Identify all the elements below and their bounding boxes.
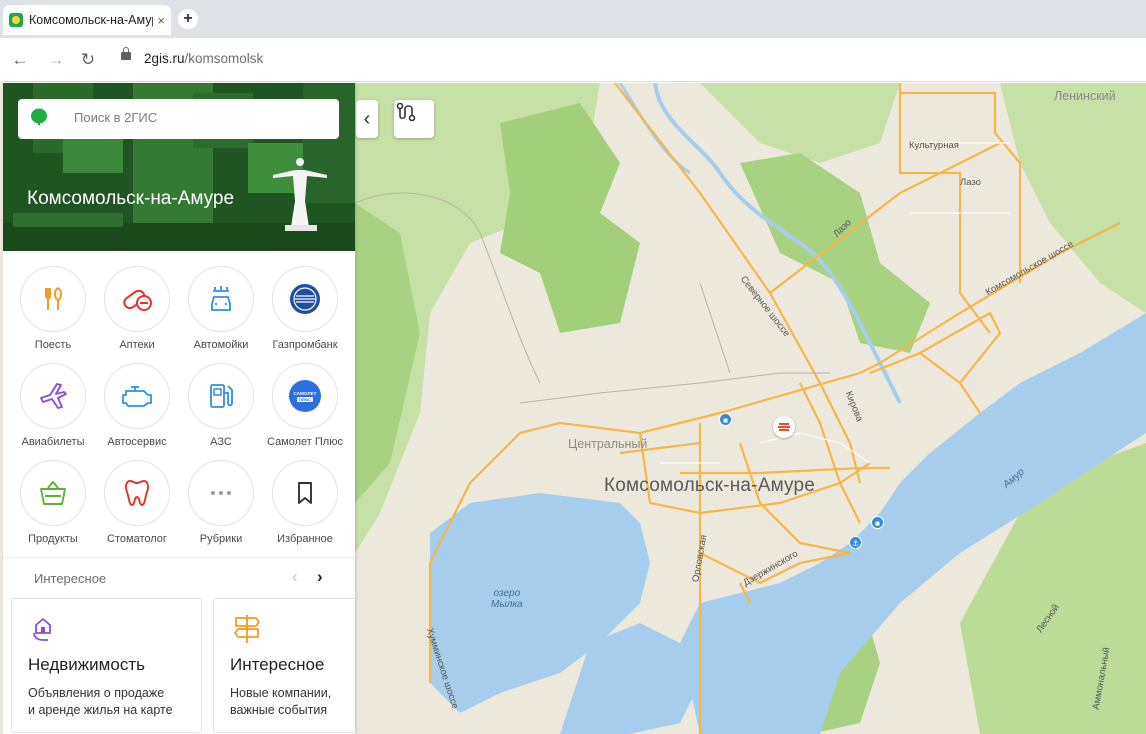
basket-icon — [40, 481, 66, 505]
browser-tab-bar: Комсомольск-на-Амуре × + — [0, 0, 1146, 38]
side-panel: Комсомольск-на-Амуре Поесть Аптеки Автом… — [3, 83, 355, 734]
category-rubriki[interactable]: Рубрики — [179, 460, 263, 556]
card-title: Интересное — [230, 655, 325, 674]
divider — [3, 557, 355, 558]
card-interesnoe[interactable]: Интересное Новые компании, важные события — [213, 598, 355, 733]
bus-stop-marker[interactable]: ■ — [871, 516, 884, 529]
gazprombank-logo-icon — [290, 284, 320, 314]
gazprombank-map-marker[interactable] — [773, 416, 795, 438]
house-hand-icon — [33, 618, 51, 641]
lock-icon — [121, 47, 131, 60]
category-label: Продукты — [28, 533, 78, 545]
airplane-icon — [40, 383, 67, 409]
map-label-kulturnaya: Культурная — [909, 140, 959, 151]
engine-icon — [122, 386, 152, 407]
card-text: Новые компании, важные события — [230, 685, 331, 719]
signpost-icon — [234, 615, 260, 643]
card-text: Объявления о продаже и аренде жилья на ка… — [28, 685, 173, 719]
city-monument-icon — [273, 158, 327, 231]
forward-button[interactable]: → — [44, 48, 68, 72]
category-gazprombank[interactable]: Газпромбанк — [263, 266, 347, 362]
fork-knife-icon — [45, 287, 62, 310]
category-label: Избранное — [277, 533, 333, 545]
tooth-icon — [125, 480, 149, 506]
new-tab-button[interactable]: + — [178, 9, 198, 29]
search-input[interactable] — [74, 110, 324, 125]
svg-text:САМОЛЕТ: САМОЛЕТ — [294, 391, 317, 396]
interesting-section-title: Интересное — [34, 571, 107, 586]
category-avtomoyki[interactable]: Автомойки — [179, 266, 263, 362]
2gis-favicon-icon — [9, 13, 23, 27]
city-hero-banner: Комсомольск-на-Амуре — [3, 83, 355, 251]
search-box[interactable] — [18, 99, 339, 139]
category-stomatolog[interactable]: Стоматолог — [95, 460, 179, 556]
map-label-leninsky: Ленинский — [1054, 89, 1116, 103]
bus-stop-marker[interactable]: ■ — [719, 413, 732, 426]
url-path: /komsomolsk — [184, 51, 264, 66]
pill-icon — [123, 289, 152, 311]
category-izbrannoe[interactable]: Избранное — [263, 460, 347, 556]
url-host: 2gis.ru — [144, 51, 185, 66]
more-dots-icon — [211, 491, 231, 495]
carousel-prev-button[interactable]: ‹ — [292, 567, 298, 587]
map-label-centralny: Центральный — [568, 437, 648, 451]
2gis-leaf-icon — [31, 108, 47, 125]
port-marker[interactable]: ⚓ — [849, 536, 862, 549]
collapse-panel-button[interactable]: ‹ — [356, 100, 378, 138]
category-label: Автосервис — [107, 436, 167, 448]
category-label: АЗС — [210, 436, 232, 448]
map-label-city: Комсомольск-на-Амуре — [604, 475, 816, 496]
route-icon — [396, 102, 416, 122]
close-tab-icon[interactable]: × — [157, 13, 165, 28]
reload-button[interactable]: ↻ — [76, 48, 100, 72]
category-label: Авиабилеты — [21, 436, 85, 448]
card-text-line: Новые компании, — [230, 686, 332, 700]
card-text-line: важные события — [230, 703, 328, 717]
card-text-line: Объявления о продаже — [28, 686, 165, 700]
map-label-lake: озеро Мылка — [491, 588, 523, 610]
category-avtoservis[interactable]: Автосервис — [95, 363, 179, 459]
category-samolet-plus[interactable]: САМОЛЕТ ПЛЮС Самолет Плюс — [263, 363, 347, 459]
category-label: Самолет Плюс — [267, 436, 343, 448]
category-label: Аптеки — [119, 339, 155, 351]
carousel-next-button[interactable]: › — [317, 567, 323, 587]
gazprombank-marker-icon — [778, 423, 790, 431]
card-title: Недвижимость — [28, 655, 145, 674]
category-produkty[interactable]: Продукты — [11, 460, 95, 556]
tab-title: Комсомольск-на-Амуре — [29, 13, 154, 27]
category-label: Поесть — [34, 339, 72, 351]
card-text-line: и аренде жилья на карте — [28, 703, 173, 717]
url-field[interactable]: 2gis.ru/komsomolsk — [144, 51, 263, 66]
car-wash-icon — [211, 286, 231, 311]
map-label-lazo: Лазо — [960, 177, 981, 188]
back-button[interactable]: ← — [8, 48, 32, 72]
bookmark-icon — [298, 482, 312, 504]
svg-text:ПЛЮС: ПЛЮС — [299, 398, 311, 402]
samolet-logo-icon: САМОЛЕТ ПЛЮС — [289, 380, 321, 412]
card-nedvizhimost[interactable]: Недвижимость Объявления о продаже и аренд… — [11, 598, 202, 733]
category-label: Автомойки — [193, 339, 249, 351]
category-label: Рубрики — [199, 533, 243, 545]
fuel-pump-icon — [210, 384, 233, 408]
city-title: Комсомольск-на-Амуре — [27, 188, 235, 209]
browser-tab[interactable]: Комсомольск-на-Амуре × — [3, 5, 171, 35]
category-azs[interactable]: АЗС — [179, 363, 263, 459]
category-poest[interactable]: Поесть — [11, 266, 95, 362]
category-label: Стоматолог — [107, 533, 167, 545]
route-button[interactable] — [394, 100, 434, 138]
category-label: Газпромбанк — [272, 339, 338, 351]
category-aviabilety[interactable]: Авиабилеты — [11, 363, 95, 459]
category-apteki[interactable]: Аптеки — [95, 266, 179, 362]
